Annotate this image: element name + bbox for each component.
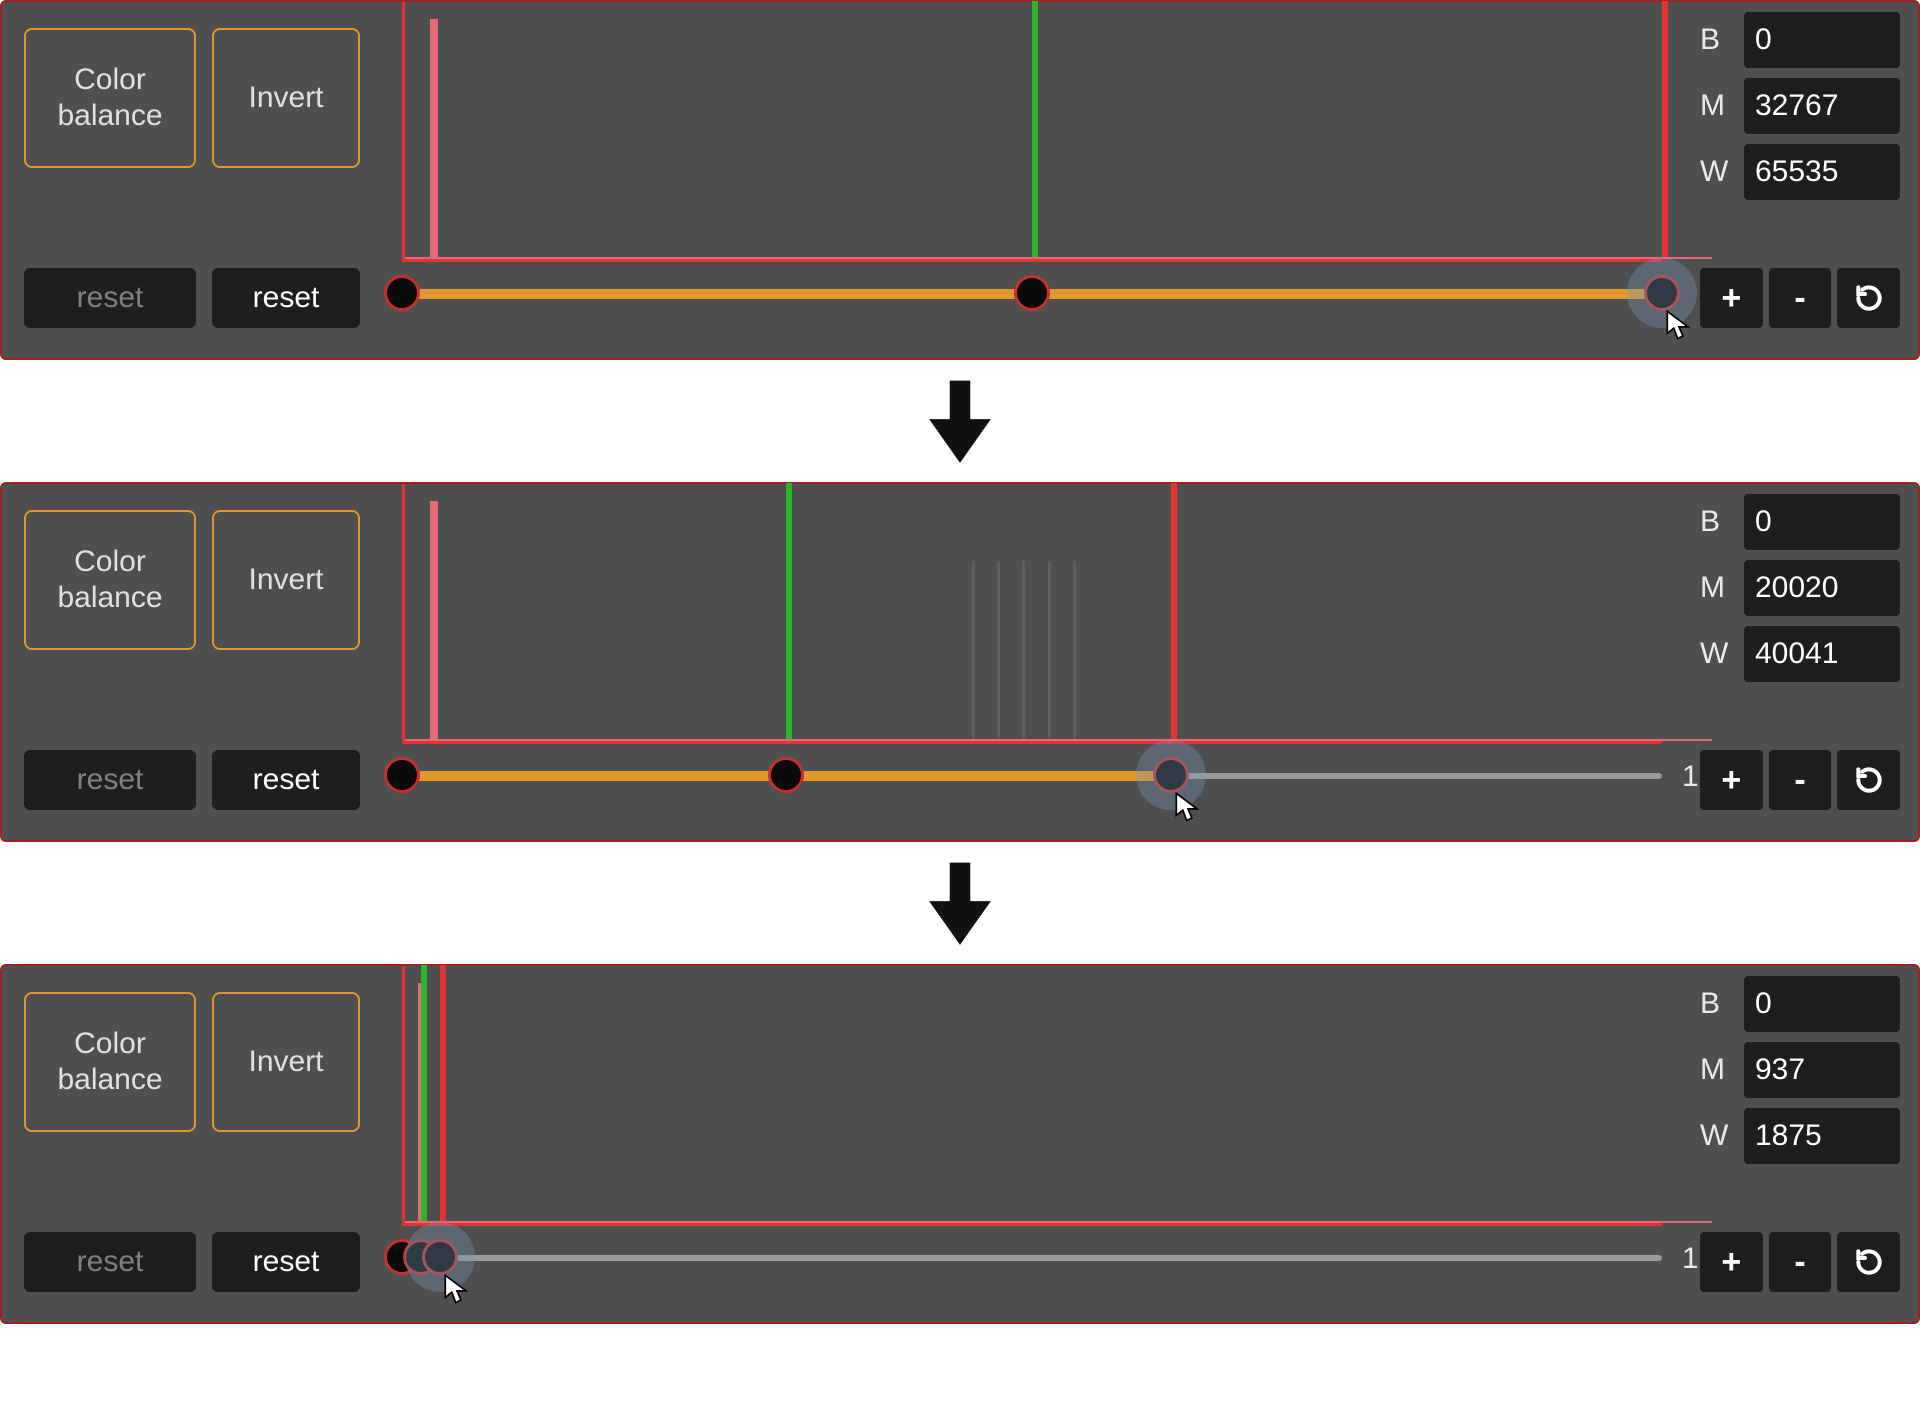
- w-input[interactable]: 1875: [1744, 1108, 1900, 1164]
- color-balance-button[interactable]: Color balance: [24, 28, 196, 168]
- histogram-peak: [430, 501, 438, 741]
- arrow-down-icon: [920, 860, 1000, 950]
- midpoint-marker: [1032, 1, 1038, 259]
- w-label: W: [1700, 1119, 1734, 1153]
- m-input[interactable]: 937: [1744, 1042, 1900, 1098]
- midpoint-marker: [786, 483, 792, 741]
- color-balance-button[interactable]: Color balance: [24, 510, 196, 650]
- mid-handle[interactable]: [768, 757, 804, 793]
- levels-panel: Color balanceInvert reset reset B0M 32767 W 65…: [0, 0, 1920, 360]
- m-input[interactable]: 32767: [1744, 78, 1900, 134]
- decrement-button[interactable]: -: [1769, 1232, 1832, 1292]
- white-handle[interactable]: [422, 1239, 458, 1275]
- w-input[interactable]: 40041: [1744, 626, 1900, 682]
- redo-button[interactable]: [1837, 1232, 1900, 1292]
- increment-button[interactable]: +: [1700, 268, 1763, 328]
- decrement-button[interactable]: -: [1769, 750, 1832, 810]
- w-input[interactable]: 65535: [1744, 144, 1900, 200]
- stepper-controls: +-: [1700, 750, 1900, 810]
- m-input[interactable]: 20020: [1744, 560, 1900, 616]
- white-marker: [1662, 1, 1668, 259]
- b-input[interactable]: 0: [1744, 494, 1900, 550]
- w-label: W: [1700, 155, 1734, 189]
- value-fields: B0M 32767 W 65535: [1700, 12, 1900, 210]
- reset-button-disabled: reset: [24, 750, 196, 810]
- b-input[interactable]: 0: [1744, 976, 1900, 1032]
- white-marker: [1171, 483, 1177, 741]
- w-label: W: [1700, 637, 1734, 671]
- b-label: B: [1700, 987, 1734, 1021]
- white-handle[interactable]: [1644, 275, 1680, 311]
- histogram-peak: [430, 19, 438, 259]
- reset-button[interactable]: reset: [212, 750, 360, 810]
- slider-max-label: 1: [1682, 1242, 1699, 1276]
- levels-panel: Color balanceInvert reset reset 1 B0M 20020 W4…: [0, 482, 1920, 842]
- levels-slider[interactable]: [402, 755, 1662, 795]
- white-marker: [440, 965, 446, 1223]
- redo-button[interactable]: [1837, 268, 1900, 328]
- histogram: [402, 966, 1662, 1226]
- increment-button[interactable]: +: [1700, 1232, 1763, 1292]
- midpoint-marker: [421, 965, 427, 1223]
- arrow-down-icon: [920, 378, 1000, 468]
- reset-button[interactable]: reset: [212, 1232, 360, 1292]
- value-fields: B0M 20020 W 40041: [1700, 494, 1900, 692]
- invert-button[interactable]: Invert: [212, 992, 360, 1132]
- white-handle[interactable]: [1153, 757, 1189, 793]
- invert-button[interactable]: Invert: [212, 28, 360, 168]
- color-balance-button[interactable]: Color balance: [24, 992, 196, 1132]
- mid-handle[interactable]: [1014, 275, 1050, 311]
- m-label: M: [1700, 1053, 1734, 1087]
- decrement-button[interactable]: -: [1769, 268, 1832, 328]
- histogram: [402, 484, 1662, 744]
- reset-button[interactable]: reset: [212, 268, 360, 328]
- b-label: B: [1700, 23, 1734, 57]
- black-handle[interactable]: [384, 275, 420, 311]
- black-handle[interactable]: [384, 757, 420, 793]
- m-label: M: [1700, 571, 1734, 605]
- stepper-controls: +-: [1700, 268, 1900, 328]
- slider-max-label: 1: [1682, 760, 1699, 794]
- b-label: B: [1700, 505, 1734, 539]
- redo-button[interactable]: [1837, 750, 1900, 810]
- histogram: [402, 2, 1662, 262]
- stepper-controls: +-: [1700, 1232, 1900, 1292]
- invert-button[interactable]: Invert: [212, 510, 360, 650]
- levels-slider[interactable]: [402, 1237, 1662, 1277]
- b-input[interactable]: 0: [1744, 12, 1900, 68]
- increment-button[interactable]: +: [1700, 750, 1763, 810]
- m-label: M: [1700, 89, 1734, 123]
- levels-slider[interactable]: [402, 273, 1662, 313]
- levels-panel: Color balanceInvert reset reset 1 B0M 937 W 187…: [0, 964, 1920, 1324]
- reset-button-disabled: reset: [24, 1232, 196, 1292]
- value-fields: B0M 937 W 1875: [1700, 976, 1900, 1174]
- reset-button-disabled: reset: [24, 268, 196, 328]
